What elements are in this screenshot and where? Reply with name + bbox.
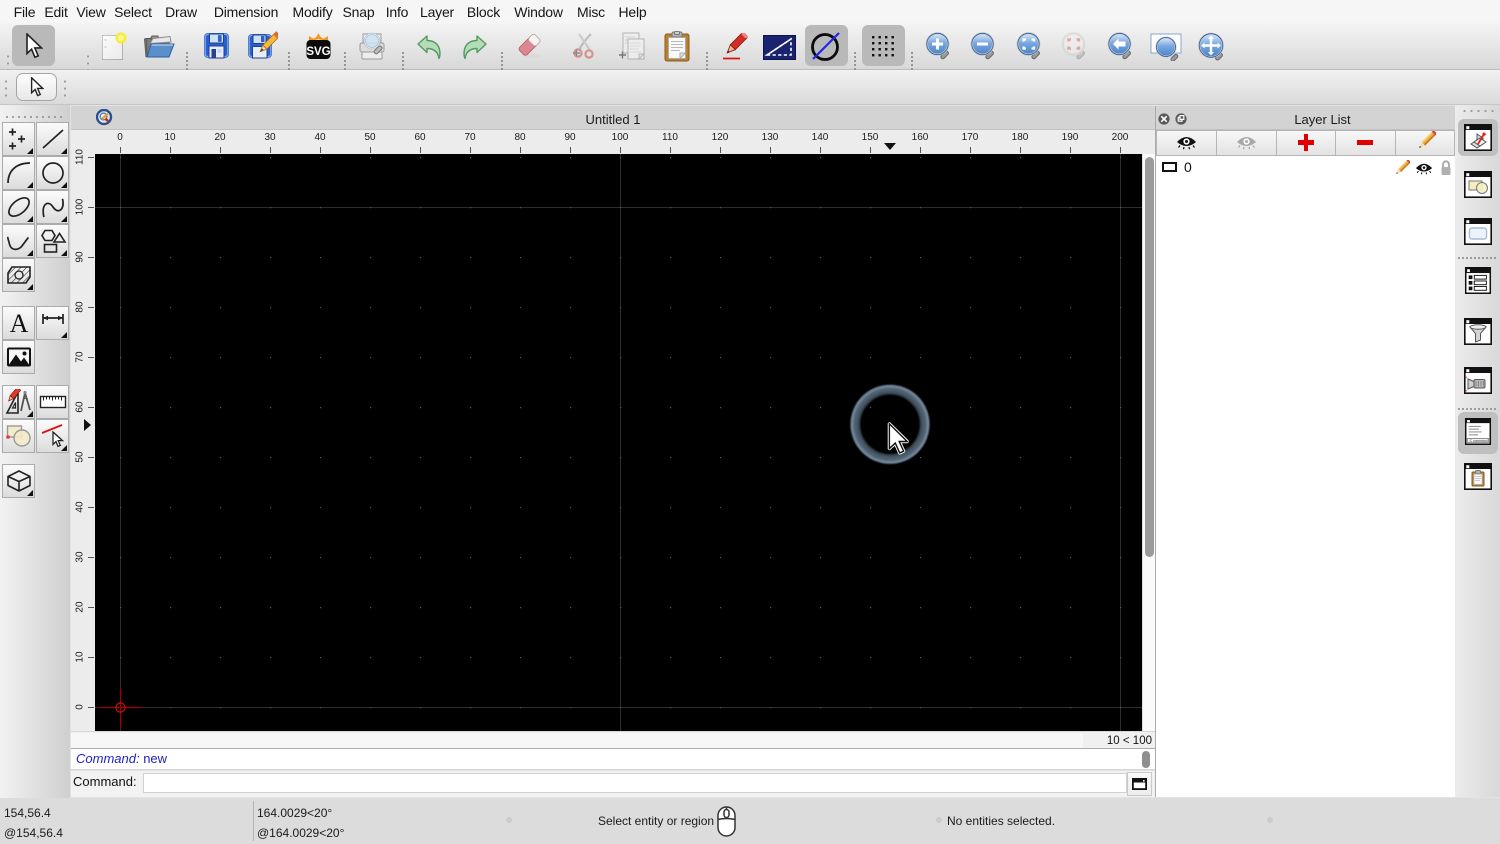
- svg-text:SVG: SVG: [306, 46, 330, 58]
- svg-text:C command: C command: [1470, 439, 1488, 443]
- svg-text:A: A: [9, 311, 28, 335]
